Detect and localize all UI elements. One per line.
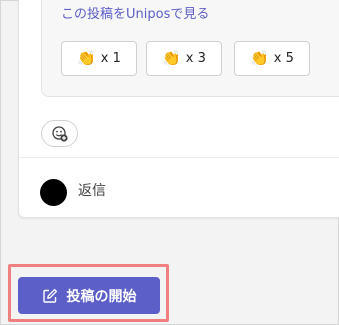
clap-x5-button[interactable]: 👏 x 5 [234, 41, 310, 76]
clap-icon: 👏 [250, 49, 269, 67]
view-in-unipos-link[interactable]: この投稿をUniposで見る [61, 7, 209, 23]
clap-icon: 👏 [77, 49, 96, 67]
clap-x1-label: x 1 [100, 51, 121, 66]
clap-x5-label: x 5 [273, 51, 294, 66]
clap-x3-label: x 3 [185, 51, 206, 66]
reply-button[interactable]: 返信 [78, 182, 106, 200]
clap-x3-button[interactable]: 👏 x 3 [146, 41, 222, 76]
clap-icon: 👏 [162, 49, 181, 67]
new-post-label: 投稿の開始 [66, 288, 137, 305]
teams-channel-pane: この投稿をUniposで見る 👏 x 1 👏 x 3 👏 x 5 返信 投稿の開… [0, 0, 339, 325]
avatar [40, 179, 67, 206]
emoji-add-icon [51, 125, 68, 142]
clap-x1-button[interactable]: 👏 x 1 [61, 41, 137, 76]
add-reaction-button[interactable] [41, 120, 78, 147]
new-post-button[interactable]: 投稿の開始 [18, 277, 160, 314]
divider [19, 157, 339, 158]
compose-icon [42, 288, 57, 303]
